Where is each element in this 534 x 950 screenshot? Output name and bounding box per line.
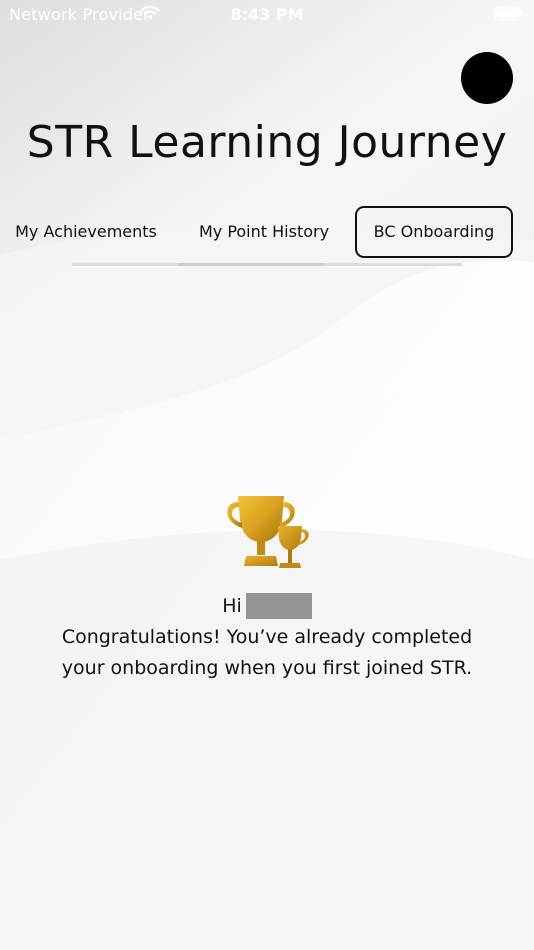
trophy-icon xyxy=(227,496,309,568)
avatar[interactable] xyxy=(461,52,513,104)
tabs-scroll-indicator xyxy=(178,263,324,266)
tab-bar: My Achievements My Point History BC Onbo… xyxy=(0,206,534,258)
onboarding-message: Congratulations! You’ve already complete… xyxy=(61,626,473,679)
page-title: STR Learning Journey xyxy=(26,117,508,168)
tab-bc-onboarding[interactable]: BC Onboarding xyxy=(355,206,513,258)
battery-icon xyxy=(494,6,523,21)
tab-my-achievements[interactable]: My Achievements xyxy=(10,206,162,258)
status-bar: Network Provider 8:43 PM xyxy=(0,0,534,28)
redacted-user-name xyxy=(245,593,312,619)
tab-my-point-history[interactable]: My Point History xyxy=(186,206,342,258)
greeting-text: Hi xyxy=(222,595,242,617)
greeting: Hi xyxy=(0,593,534,619)
status-time: 8:43 PM xyxy=(230,5,304,24)
